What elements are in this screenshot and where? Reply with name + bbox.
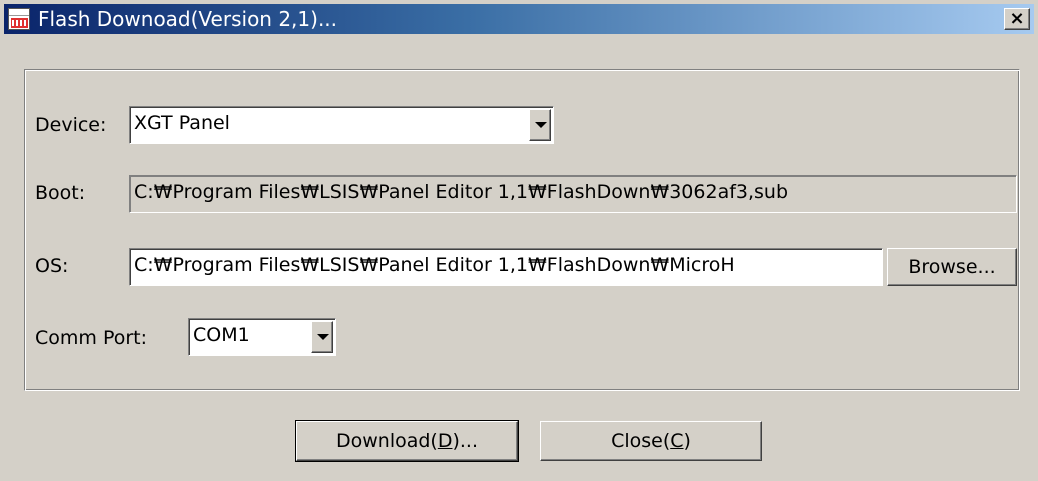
close-label-prefix: Close( [611,430,671,452]
dropdown-arrow-icon[interactable] [529,109,551,141]
download-mnemonic: D [437,430,453,452]
close-label-suffix: ) [683,430,691,452]
comm-port-value: COM1 [193,324,250,346]
boot-label: Boot: [35,182,86,204]
comm-port-select[interactable]: COM1 [188,318,336,356]
os-label: OS: [35,255,69,277]
device-select[interactable]: XGT Panel [129,106,554,144]
close-button[interactable]: Close(C) [540,421,762,461]
download-label-prefix: Download( [335,430,438,452]
os-path-input[interactable]: C:₩Program Files₩LSIS₩Panel Editor 1,1₩F… [129,248,883,286]
os-path-value: C:₩Program Files₩LSIS₩Panel Editor 1,1₩F… [134,254,735,276]
device-label: Device: [35,114,107,136]
boot-path-value: C:₩Program Files₩LSIS₩Panel Editor 1,1₩F… [134,181,789,203]
download-button[interactable]: Download(D)... [295,420,519,462]
flash-download-dialog: Flash Downoad(Version 2,1)... × Device: … [0,0,1038,481]
title-bar[interactable]: Flash Downoad(Version 2,1)... × [4,4,1034,34]
close-icon[interactable]: × [1004,8,1030,30]
close-mnemonic: C [670,430,684,452]
device-select-value: XGT Panel [134,112,230,134]
comm-port-label: Comm Port: [35,327,148,349]
browse-button[interactable]: Browse... [887,248,1017,286]
boot-path-field: C:₩Program Files₩LSIS₩Panel Editor 1,1₩F… [129,175,1017,213]
window-title: Flash Downoad(Version 2,1)... [38,7,338,31]
download-label-suffix: )... [452,430,479,452]
app-icon [8,8,30,30]
dropdown-arrow-icon[interactable] [311,321,333,353]
